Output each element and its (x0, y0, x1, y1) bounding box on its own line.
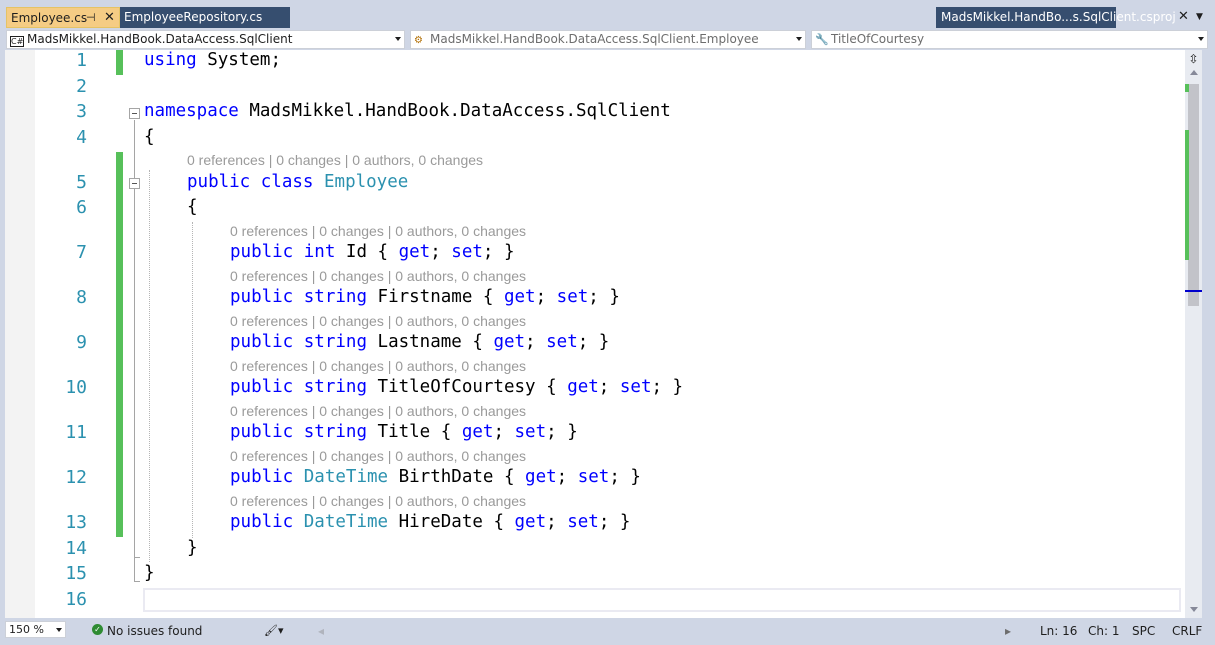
code-line-14: } (187, 538, 198, 558)
code-line-7: public int Id { get; set; } (230, 242, 515, 262)
chevron-down-icon (1198, 37, 1204, 41)
code-line-10: public string TitleOfCourtesy { get; set… (230, 377, 684, 397)
line-number: 2 (76, 76, 87, 97)
tab-label: EmployeeRepository.cs (124, 10, 263, 24)
chevron-down-icon (56, 628, 62, 632)
codelens-id[interactable]: 0 references | 0 changes | 0 authors, 0 … (230, 223, 526, 239)
code-line-4: { (144, 127, 155, 147)
codelens-employee[interactable]: 0 references | 0 changes | 0 authors, 0 … (187, 152, 483, 168)
line-number: 13 (65, 512, 87, 533)
change-map-marker (1185, 84, 1189, 92)
chevron-down-icon (796, 37, 802, 41)
line-number: 16 (65, 589, 87, 610)
close-icon[interactable]: ✕ (104, 8, 115, 28)
project-dropdown-value: MadsMikkel.HandBook.DataAccess.SqlClient (27, 32, 293, 46)
code-cleanup-icon[interactable]: 🖌▾ (264, 623, 284, 639)
chevron-down-icon (395, 37, 401, 41)
line-number: 7 (76, 242, 87, 263)
code-line-6: { (187, 197, 198, 217)
indent-guide (192, 222, 193, 538)
whitespace-indicator[interactable]: SPC (1132, 623, 1155, 639)
line-number: 6 (76, 197, 87, 218)
line-number: 12 (65, 467, 87, 488)
collapse-namespace-toggle[interactable] (129, 108, 140, 119)
line-indicator: Ln: 16 (1040, 624, 1078, 638)
zoom-value: 150 % (9, 623, 44, 636)
tab-employee-repository-cs[interactable]: EmployeeRepository.cs (120, 7, 290, 28)
scroll-down-icon[interactable] (1190, 607, 1198, 612)
line-number: 8 (76, 287, 87, 308)
close-preview-icon[interactable]: ✕ (1178, 7, 1189, 27)
member-dropdown-value: TitleOfCourtesy (831, 32, 925, 46)
line-number: 5 (76, 172, 87, 193)
caret-position-marker (1185, 290, 1202, 292)
type-dropdown[interactable]: ⚙ MadsMikkel.HandBook.DataAccess.SqlClien… (410, 30, 806, 49)
line-number: 3 (76, 101, 87, 122)
code-line-8: public string Firstname { get; set; } (230, 287, 620, 307)
codelens-firstname[interactable]: 0 references | 0 changes | 0 authors, 0 … (230, 268, 526, 284)
current-line-highlight (143, 588, 1181, 612)
member-dropdown[interactable]: 🔧 TitleOfCourtesy (811, 30, 1208, 49)
check-circle-icon: ✓ (92, 624, 103, 635)
change-indicator (116, 50, 123, 75)
vertical-scrollbar[interactable]: ⇳ (1185, 50, 1202, 618)
codelens-birthdate[interactable]: 0 references | 0 changes | 0 authors, 0 … (230, 448, 526, 464)
type-dropdown-value: MadsMikkel.HandBook.DataAccess.SqlClient… (430, 32, 759, 46)
scrollbar-thumb[interactable] (1188, 84, 1199, 306)
tab-list-dropdown-icon[interactable]: ▼ (1196, 7, 1203, 27)
line-number: 4 (76, 127, 87, 148)
zoom-dropdown[interactable]: 150 % (5, 621, 66, 638)
project-dropdown[interactable]: C# MadsMikkel.HandBook.DataAccess.SqlClie… (6, 30, 405, 49)
pin-icon[interactable]: ⊣ (86, 8, 96, 28)
line-number: 1 (76, 50, 87, 71)
code-line-9: public string Lastname { get; set; } (230, 332, 610, 352)
line-number: 9 (76, 332, 87, 353)
codelens-titleofcourtesy[interactable]: 0 references | 0 changes | 0 authors, 0 … (230, 358, 526, 374)
scroll-right-icon[interactable]: ▸ (1005, 623, 1011, 639)
line-number: 10 (65, 377, 87, 398)
visual-studio-window: Employee.cs ⊣ ✕ EmployeeRepository.cs Ma… (0, 0, 1215, 645)
line-number: 15 (65, 563, 87, 584)
tab-employee-cs[interactable]: Employee.cs ⊣ ✕ (6, 7, 120, 28)
code-line-13: public DateTime HireDate { get; set; } (230, 512, 631, 532)
change-indicator (116, 152, 123, 537)
code-editor[interactable]: 1 2 3 4 5 6 7 8 9 10 11 12 13 14 15 16 u… (5, 50, 1185, 618)
issues-status[interactable]: No issues found (107, 623, 202, 639)
code-line-3: namespace MadsMikkel.HandBook.DataAccess… (144, 101, 671, 121)
codelens-hiredate[interactable]: 0 references | 0 changes | 0 authors, 0 … (230, 493, 526, 509)
wrench-icon: 🔧 (815, 33, 829, 46)
code-line-5: public class Employee (187, 172, 409, 192)
column-indicator: Ch: 1 (1088, 624, 1120, 638)
change-map-marker (1185, 130, 1189, 260)
collapse-class-toggle[interactable] (129, 178, 140, 189)
scroll-left-icon[interactable]: ◂ (318, 623, 324, 639)
code-line-12: public DateTime BirthDate { get; set; } (230, 467, 641, 487)
codelens-title[interactable]: 0 references | 0 changes | 0 authors, 0 … (230, 403, 526, 419)
line-number: 14 (65, 538, 87, 559)
scroll-up-icon[interactable] (1190, 70, 1198, 75)
class-icon: ⚙ (414, 35, 423, 46)
tab-preview-csproj[interactable]: MadsMikkel.HandBo...s.SqlClient.csproj (936, 7, 1176, 28)
split-window-icon[interactable]: ⇳ (1185, 52, 1202, 66)
code-line-11: public string Title { get; set; } (230, 422, 578, 442)
outline-line (134, 190, 135, 558)
codelens-lastname[interactable]: 0 references | 0 changes | 0 authors, 0 … (230, 313, 526, 329)
csharp-project-icon: C# (10, 36, 24, 47)
tab-label: MadsMikkel.HandBo...s.SqlClient.csproj (941, 10, 1176, 24)
code-line-1: using System; (144, 50, 281, 70)
navigation-bar: C# MadsMikkel.HandBook.DataAccess.SqlClie… (0, 28, 1215, 50)
line-number: 11 (65, 422, 87, 443)
outline-end (134, 581, 140, 582)
indent-guide (149, 170, 150, 562)
tab-label: Employee.cs (11, 11, 88, 25)
line-ending-indicator[interactable]: CRLF (1172, 623, 1202, 639)
outline-end (134, 557, 140, 558)
document-tab-strip: Employee.cs ⊣ ✕ EmployeeRepository.cs Ma… (0, 0, 1215, 28)
status-bar: 150 % ✓ No issues found 🖌▾ ◂ ▸ Ln: 16 Ch… (0, 618, 1215, 645)
code-line-15: } (144, 563, 155, 583)
